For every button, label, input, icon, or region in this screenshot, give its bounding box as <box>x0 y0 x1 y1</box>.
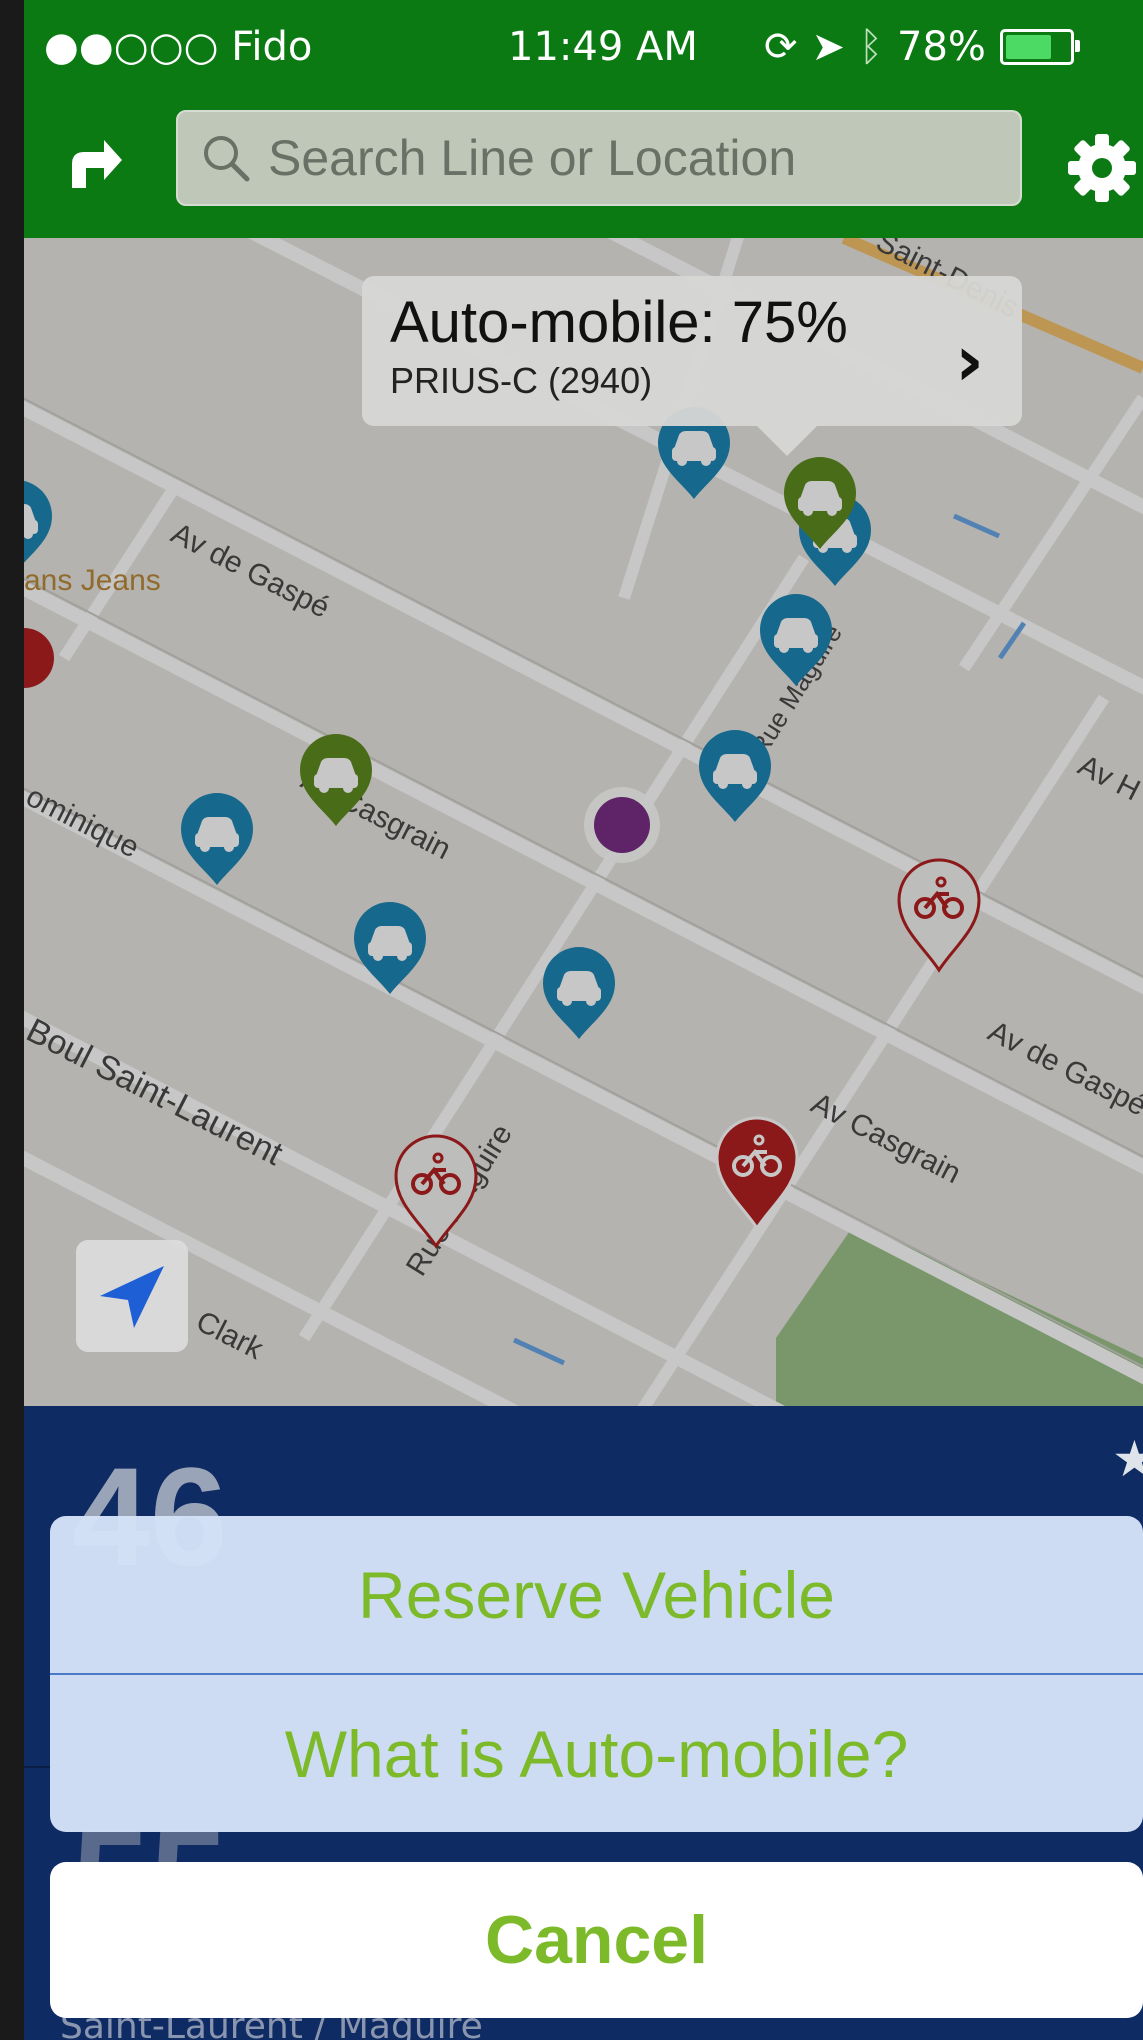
callout-subtitle: PRIUS-C (2940) <box>390 360 653 401</box>
search-input[interactable] <box>266 128 1010 188</box>
callout-title: Auto-mobile: 75% <box>390 290 848 355</box>
cancel-button[interactable]: Cancel <box>50 1862 1143 2018</box>
status-bar: ●●○○○ Fido 11:49 AM ⟳ ➤ ᛒ 78% <box>24 0 1143 92</box>
clock: 11:49 AM <box>508 24 698 70</box>
directions-arrow-icon <box>72 140 122 188</box>
battery-percent: 78% <box>897 24 986 70</box>
chevron-right-icon[interactable]: › <box>955 320 984 402</box>
search-bar[interactable] <box>176 110 1022 206</box>
battery-level-fill <box>1005 35 1051 59</box>
gear-icon <box>1068 134 1136 202</box>
app-screen: ●●○○○ Fido 11:49 AM ⟳ ➤ ᛒ 78% Search Lin… <box>24 0 1143 2040</box>
map-view[interactable]: Av de Gaspé Av Casgrain Boul Saint-Laure… <box>24 238 1143 1406</box>
settings-button[interactable] <box>1064 130 1140 206</box>
locate-me-button[interactable] <box>76 1240 188 1352</box>
what-is-automobile-button[interactable]: What is Auto-mobile? <box>50 1675 1143 1832</box>
search-icon <box>204 136 250 182</box>
reserve-vehicle-button[interactable]: Reserve Vehicle <box>50 1516 1143 1674</box>
carrier-label: ●●○○○ Fido <box>44 24 313 70</box>
location-arrow-icon <box>100 1266 164 1328</box>
nav-bar <box>24 92 1143 238</box>
status-icons: ⟳ ➤ ᛒ 78% <box>764 24 1080 70</box>
poi-label-jeans: ans Jeans <box>24 564 161 597</box>
location-arrow-icon: ➤ <box>811 24 846 70</box>
orientation-lock-icon: ⟳ <box>764 24 798 70</box>
action-sheet: Reserve Vehicle What is Auto-mobile? <box>50 1516 1143 1832</box>
vehicle-callout[interactable]: Auto-mobile: 75% PRIUS-C (2940) › <box>362 276 1022 456</box>
bluetooth-icon: ᛒ <box>859 24 884 70</box>
directions-button[interactable] <box>62 130 126 194</box>
battery-icon <box>999 29 1080 65</box>
user-location-dot <box>594 797 650 853</box>
star-icon[interactable]: ★ <box>1112 1430 1143 1488</box>
